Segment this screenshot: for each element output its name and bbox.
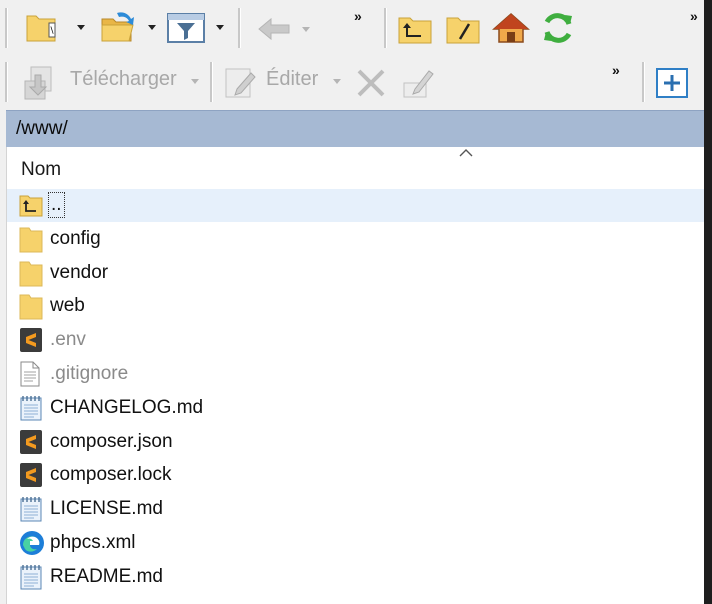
home-icon[interactable] <box>490 10 532 46</box>
toolbar-grip <box>5 8 8 48</box>
file-row[interactable]: vendor <box>7 257 712 290</box>
file-row[interactable]: config <box>7 223 712 256</box>
file-name: LICENSE.md <box>50 498 163 520</box>
rename-icon[interactable] <box>400 64 438 102</box>
sublime-icon <box>19 429 45 457</box>
file-name: config <box>50 227 101 249</box>
edit-dropdown-arrow[interactable] <box>333 79 341 84</box>
file-row[interactable]: .gitignore <box>7 358 712 391</box>
notepad-icon <box>19 496 45 524</box>
file-name: vendor <box>50 261 109 283</box>
parent-directory-icon[interactable] <box>396 12 434 46</box>
root-directory-icon[interactable] <box>444 12 482 46</box>
toolbar-separator <box>384 8 387 48</box>
file-list-panel: Nom .. config vendor web .env .gitignore CHANG… <box>6 147 712 604</box>
filter-icon[interactable] <box>166 12 206 44</box>
text-icon <box>19 361 45 389</box>
file-name: web <box>50 295 85 317</box>
toolbar-overflow-chevron[interactable]: » <box>612 62 620 78</box>
download-icon[interactable] <box>20 64 64 102</box>
file-name: .env <box>50 329 86 351</box>
file-row[interactable]: LICENSE.md <box>7 493 712 526</box>
file-name: README.md <box>50 565 163 587</box>
notepad-icon <box>19 395 45 423</box>
open-folder-dropdown-arrow[interactable] <box>148 25 156 30</box>
back-arrow-icon[interactable] <box>254 14 294 44</box>
file-name: phpcs.xml <box>50 532 136 553</box>
delete-x-icon[interactable] <box>352 64 390 102</box>
edit-button-label[interactable]: Éditer <box>266 68 318 91</box>
file-name: .gitignore <box>50 363 129 384</box>
drive-dropdown-arrow[interactable] <box>77 25 85 30</box>
sublime-icon <box>19 327 45 355</box>
toolbar-separator <box>642 62 645 102</box>
file-actions-toolbar: Télécharger Éditer » <box>0 56 712 108</box>
toolbar-overflow-chevron-right[interactable]: » <box>690 8 698 24</box>
folder-icon <box>19 293 45 321</box>
file-name: composer.json <box>50 430 173 452</box>
download-dropdown-arrow[interactable] <box>191 79 199 84</box>
file-row[interactable]: web <box>7 290 712 323</box>
file-row[interactable]: phpcs.xml <box>7 527 712 560</box>
file-row[interactable]: .env <box>7 324 712 357</box>
toolbar-grip <box>5 62 8 102</box>
edge-icon <box>19 530 45 558</box>
parent-dir-icon <box>19 192 45 220</box>
toolbar-overflow-chevron[interactable]: » <box>354 8 362 24</box>
local-drive-icon[interactable]: \ <box>24 12 60 44</box>
column-header: Nom <box>7 147 712 189</box>
file-row[interactable]: composer.lock <box>7 459 712 492</box>
download-button-label[interactable]: Télécharger <box>70 68 177 91</box>
back-dropdown-arrow[interactable] <box>302 27 310 32</box>
toolbar-separator <box>210 62 213 102</box>
open-folder-icon[interactable] <box>98 10 138 46</box>
new-item-plus-icon[interactable] <box>654 66 690 100</box>
file-row[interactable]: .. <box>7 189 712 222</box>
edit-icon[interactable] <box>222 64 260 102</box>
file-row[interactable]: composer.json <box>7 426 712 459</box>
refresh-icon[interactable] <box>538 10 578 46</box>
folder-icon <box>19 260 45 288</box>
toolbar-separator <box>238 8 241 48</box>
notepad-icon <box>19 564 45 592</box>
file-name: .. <box>48 192 65 218</box>
sort-ascending-icon <box>459 149 473 157</box>
current-path: /www/ <box>16 118 68 139</box>
file-row[interactable]: README.md <box>7 561 712 594</box>
file-row[interactable]: CHANGELOG.md <box>7 392 712 425</box>
path-bar[interactable]: /www/ <box>6 110 712 147</box>
navigation-toolbar: \ » » <box>0 0 712 56</box>
file-name: composer.lock <box>50 464 172 486</box>
column-header-name[interactable]: Nom <box>21 159 61 181</box>
window-edge <box>704 0 712 604</box>
folder-icon <box>19 226 45 254</box>
file-name: CHANGELOG.md <box>50 396 204 418</box>
filter-dropdown-arrow[interactable] <box>216 25 224 30</box>
sublime-icon <box>19 462 45 490</box>
